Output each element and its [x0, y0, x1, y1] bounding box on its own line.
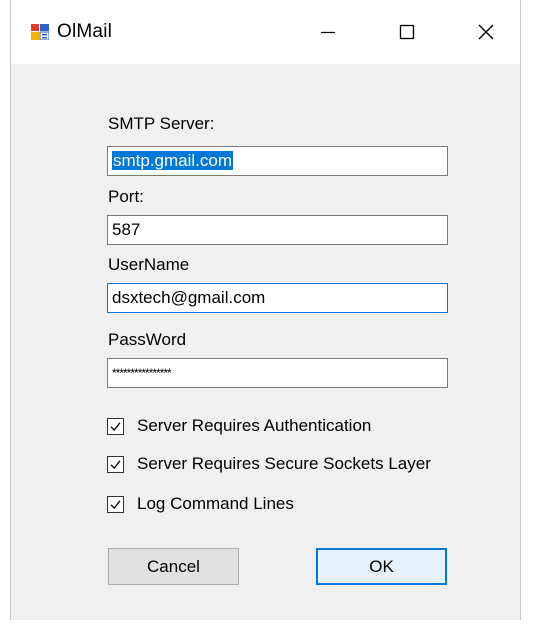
minimize-icon: [321, 31, 335, 34]
smtp-server-value: smtp.gmail.com: [112, 151, 234, 170]
ok-button[interactable]: OK: [316, 548, 447, 585]
auth-option[interactable]: Server Requires Authentication: [107, 414, 371, 438]
ssl-option-label: Server Requires Secure Sockets Layer: [137, 454, 431, 473]
minimize-button[interactable]: [294, 0, 362, 64]
title-bar[interactable]: OlMail: [11, 0, 520, 64]
close-icon: [478, 24, 494, 40]
app-icon: [31, 24, 49, 40]
close-button[interactable]: [452, 0, 520, 64]
cancel-button-label: Cancel: [147, 556, 200, 576]
password-value: ****************: [112, 366, 172, 380]
port-input[interactable]: 587: [107, 215, 448, 245]
olmail-dialog: OlMail SMTP Server: smtp.gmail.com Port:…: [10, 0, 521, 620]
port-value: 587: [112, 220, 141, 239]
smtp-server-input[interactable]: smtp.gmail.com: [107, 146, 448, 176]
maximize-button[interactable]: [373, 0, 441, 64]
maximize-icon: [399, 24, 415, 40]
ssl-option[interactable]: Server Requires Secure Sockets Layer: [107, 452, 431, 476]
username-input[interactable]: dsxtech@gmail.com: [107, 283, 448, 313]
port-label: Port:: [108, 187, 144, 206]
auth-option-label: Server Requires Authentication: [137, 416, 372, 435]
smtp-server-label: SMTP Server:: [108, 114, 215, 133]
checkmark-icon: [110, 459, 121, 469]
password-label: PassWord: [108, 330, 187, 349]
auth-checkbox[interactable]: [107, 417, 124, 435]
checkmark-icon: [110, 499, 121, 509]
checkmark-icon: [110, 421, 121, 431]
cancel-button[interactable]: Cancel: [108, 548, 239, 585]
log-option[interactable]: Log Command Lines: [107, 492, 294, 516]
password-input[interactable]: ****************: [107, 358, 448, 388]
log-checkbox[interactable]: [107, 495, 124, 513]
ok-button-label: OK: [369, 556, 394, 576]
username-label: UserName: [108, 255, 190, 274]
username-value: dsxtech@gmail.com: [112, 288, 266, 307]
log-option-label: Log Command Lines: [137, 494, 294, 513]
ssl-checkbox[interactable]: [107, 455, 124, 473]
window-title: OlMail: [57, 21, 113, 42]
